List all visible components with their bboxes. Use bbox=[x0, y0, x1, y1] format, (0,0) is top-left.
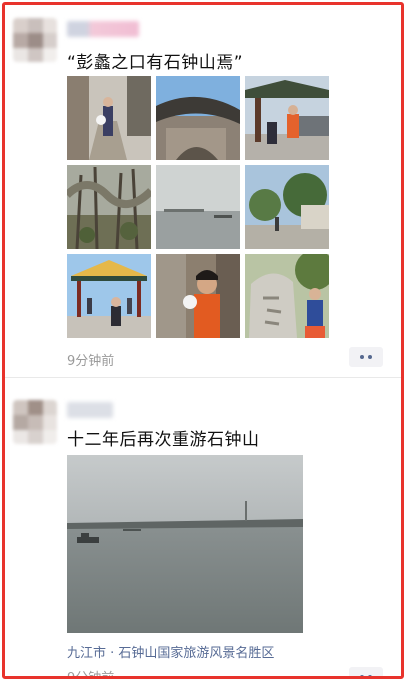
post-text: “彭蠡之口有石钟山焉” bbox=[67, 53, 244, 73]
photo-thumbnail[interactable] bbox=[67, 165, 151, 249]
post-divider bbox=[5, 377, 401, 378]
moment-post: “彭蠡之口有石钟山焉” 9分钟前 bbox=[5, 5, 401, 377]
username[interactable] bbox=[67, 21, 139, 37]
more-actions-button[interactable] bbox=[349, 347, 383, 367]
photo-thumbnail[interactable] bbox=[245, 76, 329, 160]
photo-grid bbox=[67, 76, 329, 338]
post-time: 9分钟前 bbox=[67, 671, 115, 679]
photo-thumbnail[interactable] bbox=[67, 254, 151, 338]
avatar[interactable] bbox=[13, 400, 57, 444]
photo-thumbnail[interactable] bbox=[156, 76, 240, 160]
moments-feed-frame: “彭蠡之口有石钟山焉” 9分钟前 十二年后再次重游石钟山 九江市 · 石钟山国家… bbox=[2, 2, 404, 679]
more-actions-button[interactable] bbox=[349, 667, 383, 676]
more-actions-icon bbox=[360, 355, 364, 359]
more-actions-icon bbox=[360, 675, 364, 676]
photo-thumbnail[interactable] bbox=[245, 254, 329, 338]
photo-thumbnail[interactable] bbox=[156, 254, 240, 338]
location-link[interactable]: 九江市 · 石钟山国家旅游风景名胜区 bbox=[67, 642, 274, 661]
avatar[interactable] bbox=[13, 18, 57, 62]
post-text: 十二年后再次重游石钟山 bbox=[67, 430, 260, 450]
photo-single[interactable] bbox=[67, 455, 303, 633]
photo-thumbnail[interactable] bbox=[245, 165, 329, 249]
post-time: 9分钟前 bbox=[67, 354, 115, 369]
moment-post: 十二年后再次重游石钟山 九江市 · 石钟山国家旅游风景名胜区 9分钟前 bbox=[5, 380, 401, 679]
username[interactable] bbox=[67, 402, 113, 418]
photo-thumbnail[interactable] bbox=[156, 165, 240, 249]
photo-thumbnail[interactable] bbox=[67, 76, 151, 160]
